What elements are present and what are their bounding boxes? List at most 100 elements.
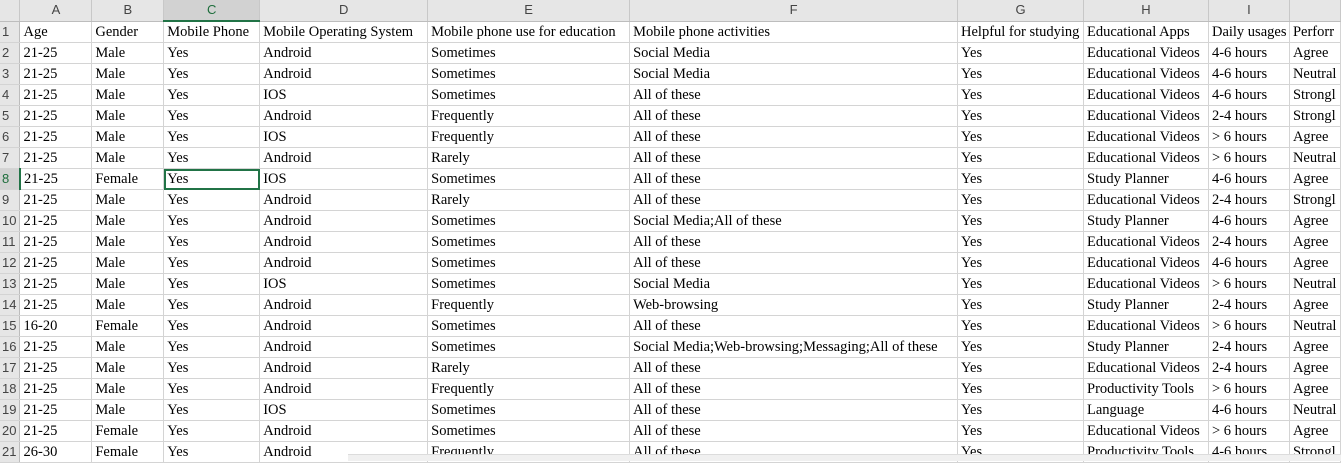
cell-e13[interactable]: Sometimes [427, 273, 631, 295]
cell-a6[interactable]: 21-25 [19, 126, 93, 148]
cell-j7[interactable]: Neutral [1289, 147, 1341, 169]
cell-a3[interactable]: 21-25 [19, 63, 93, 85]
cell-g3[interactable]: Yes [957, 63, 1084, 85]
cell-e4[interactable]: Sometimes [427, 84, 631, 106]
row-header-20[interactable]: 20 [0, 420, 21, 442]
cell-h17[interactable]: Educational Videos [1083, 357, 1209, 379]
cell-f6[interactable]: All of these [629, 126, 959, 148]
row-header-1[interactable]: 1 [0, 21, 21, 43]
cell-g7[interactable]: Yes [957, 147, 1084, 169]
cell-c16[interactable]: Yes [163, 336, 261, 358]
cell-a10[interactable]: 21-25 [19, 210, 93, 232]
cell-d18[interactable]: Android [259, 378, 429, 400]
row-header-9[interactable]: 9 [0, 189, 21, 211]
cell-d3[interactable]: Android [259, 63, 429, 85]
cell-a13[interactable]: 21-25 [19, 273, 93, 295]
cell-j3[interactable]: Neutral [1289, 63, 1341, 85]
cell-a16[interactable]: 21-25 [19, 336, 93, 358]
column-header-c[interactable]: C [163, 0, 261, 22]
cell-a5[interactable]: 21-25 [19, 105, 93, 127]
cell-d10[interactable]: Android [259, 210, 429, 232]
cell-j4[interactable]: Strongl [1289, 84, 1341, 106]
cell-e9[interactable]: Rarely [427, 189, 631, 211]
cell-d19[interactable]: IOS [259, 399, 429, 421]
cell-e15[interactable]: Sometimes [427, 315, 631, 337]
cell-e10[interactable]: Sometimes [427, 210, 631, 232]
row-header-21[interactable]: 21 [0, 441, 21, 463]
cell-f1[interactable]: Mobile phone activities [629, 21, 959, 43]
cell-h19[interactable]: Language [1083, 399, 1209, 421]
cell-c1[interactable]: Mobile Phone [163, 21, 261, 43]
row-header-11[interactable]: 11 [0, 231, 21, 253]
cell-e6[interactable]: Frequently [427, 126, 631, 148]
cell-b12[interactable]: Male [91, 252, 165, 274]
cell-e3[interactable]: Sometimes [427, 63, 631, 85]
cell-b21[interactable]: Female [91, 441, 165, 463]
cell-i20[interactable]: > 6 hours [1208, 420, 1290, 442]
cell-f19[interactable]: All of these [629, 399, 959, 421]
cell-b14[interactable]: Male [91, 294, 165, 316]
cell-e18[interactable]: Frequently [427, 378, 631, 400]
cell-i7[interactable]: > 6 hours [1208, 147, 1290, 169]
cell-j1[interactable]: Perforr [1289, 21, 1341, 43]
cell-g15[interactable]: Yes [957, 315, 1084, 337]
row-header-12[interactable]: 12 [0, 252, 21, 274]
cell-b15[interactable]: Female [91, 315, 165, 337]
cell-h9[interactable]: Educational Videos [1083, 189, 1209, 211]
cell-j2[interactable]: Agree [1289, 42, 1341, 64]
cell-b20[interactable]: Female [91, 420, 165, 442]
cell-g18[interactable]: Yes [957, 378, 1084, 400]
cell-f9[interactable]: All of these [629, 189, 959, 211]
cell-g12[interactable]: Yes [957, 252, 1084, 274]
cell-a20[interactable]: 21-25 [19, 420, 93, 442]
cell-e5[interactable]: Frequently [427, 105, 631, 127]
cell-a14[interactable]: 21-25 [19, 294, 93, 316]
row-header-7[interactable]: 7 [0, 147, 21, 169]
cell-d12[interactable]: Android [259, 252, 429, 274]
row-header-14[interactable]: 14 [0, 294, 21, 316]
cell-b3[interactable]: Male [91, 63, 165, 85]
cell-c5[interactable]: Yes [163, 105, 261, 127]
cell-h12[interactable]: Educational Videos [1083, 252, 1209, 274]
cell-b11[interactable]: Male [91, 231, 165, 253]
row-header-3[interactable]: 3 [0, 63, 21, 85]
cell-a7[interactable]: 21-25 [19, 147, 93, 169]
cell-j15[interactable]: Neutral [1289, 315, 1341, 337]
cell-j20[interactable]: Agree [1289, 420, 1341, 442]
cell-j11[interactable]: Agree [1289, 231, 1341, 253]
cell-b4[interactable]: Male [91, 84, 165, 106]
cell-g11[interactable]: Yes [957, 231, 1084, 253]
cell-c12[interactable]: Yes [163, 252, 261, 274]
cell-a4[interactable]: 21-25 [19, 84, 93, 106]
cell-d7[interactable]: Android [259, 147, 429, 169]
select-all-corner[interactable] [0, 0, 21, 22]
cell-i10[interactable]: 4-6 hours [1208, 210, 1290, 232]
cell-c15[interactable]: Yes [163, 315, 261, 337]
cell-h6[interactable]: Educational Videos [1083, 126, 1209, 148]
cell-g9[interactable]: Yes [957, 189, 1084, 211]
cell-f14[interactable]: Web-browsing [629, 294, 959, 316]
cell-f17[interactable]: All of these [629, 357, 959, 379]
column-header-h[interactable]: H [1083, 0, 1209, 22]
cell-h18[interactable]: Productivity Tools [1083, 378, 1209, 400]
cell-e8[interactable]: Sometimes [427, 168, 631, 190]
row-header-10[interactable]: 10 [0, 210, 21, 232]
cell-h14[interactable]: Study Planner [1083, 294, 1209, 316]
cell-g14[interactable]: Yes [957, 294, 1084, 316]
cell-f4[interactable]: All of these [629, 84, 959, 106]
column-header-a[interactable]: A [19, 0, 93, 22]
row-header-4[interactable]: 4 [0, 84, 21, 106]
column-header-b[interactable]: B [91, 0, 165, 22]
cell-j6[interactable]: Agree [1289, 126, 1341, 148]
cell-c10[interactable]: Yes [163, 210, 261, 232]
cell-b5[interactable]: Male [91, 105, 165, 127]
cell-e2[interactable]: Sometimes [427, 42, 631, 64]
cell-g10[interactable]: Yes [957, 210, 1084, 232]
cell-i8[interactable]: 4-6 hours [1208, 168, 1290, 190]
cell-i3[interactable]: 4-6 hours [1208, 63, 1290, 85]
cell-c7[interactable]: Yes [163, 147, 261, 169]
cell-b10[interactable]: Male [91, 210, 165, 232]
cell-f7[interactable]: All of these [629, 147, 959, 169]
cell-h15[interactable]: Educational Videos [1083, 315, 1209, 337]
row-header-19[interactable]: 19 [0, 399, 21, 421]
